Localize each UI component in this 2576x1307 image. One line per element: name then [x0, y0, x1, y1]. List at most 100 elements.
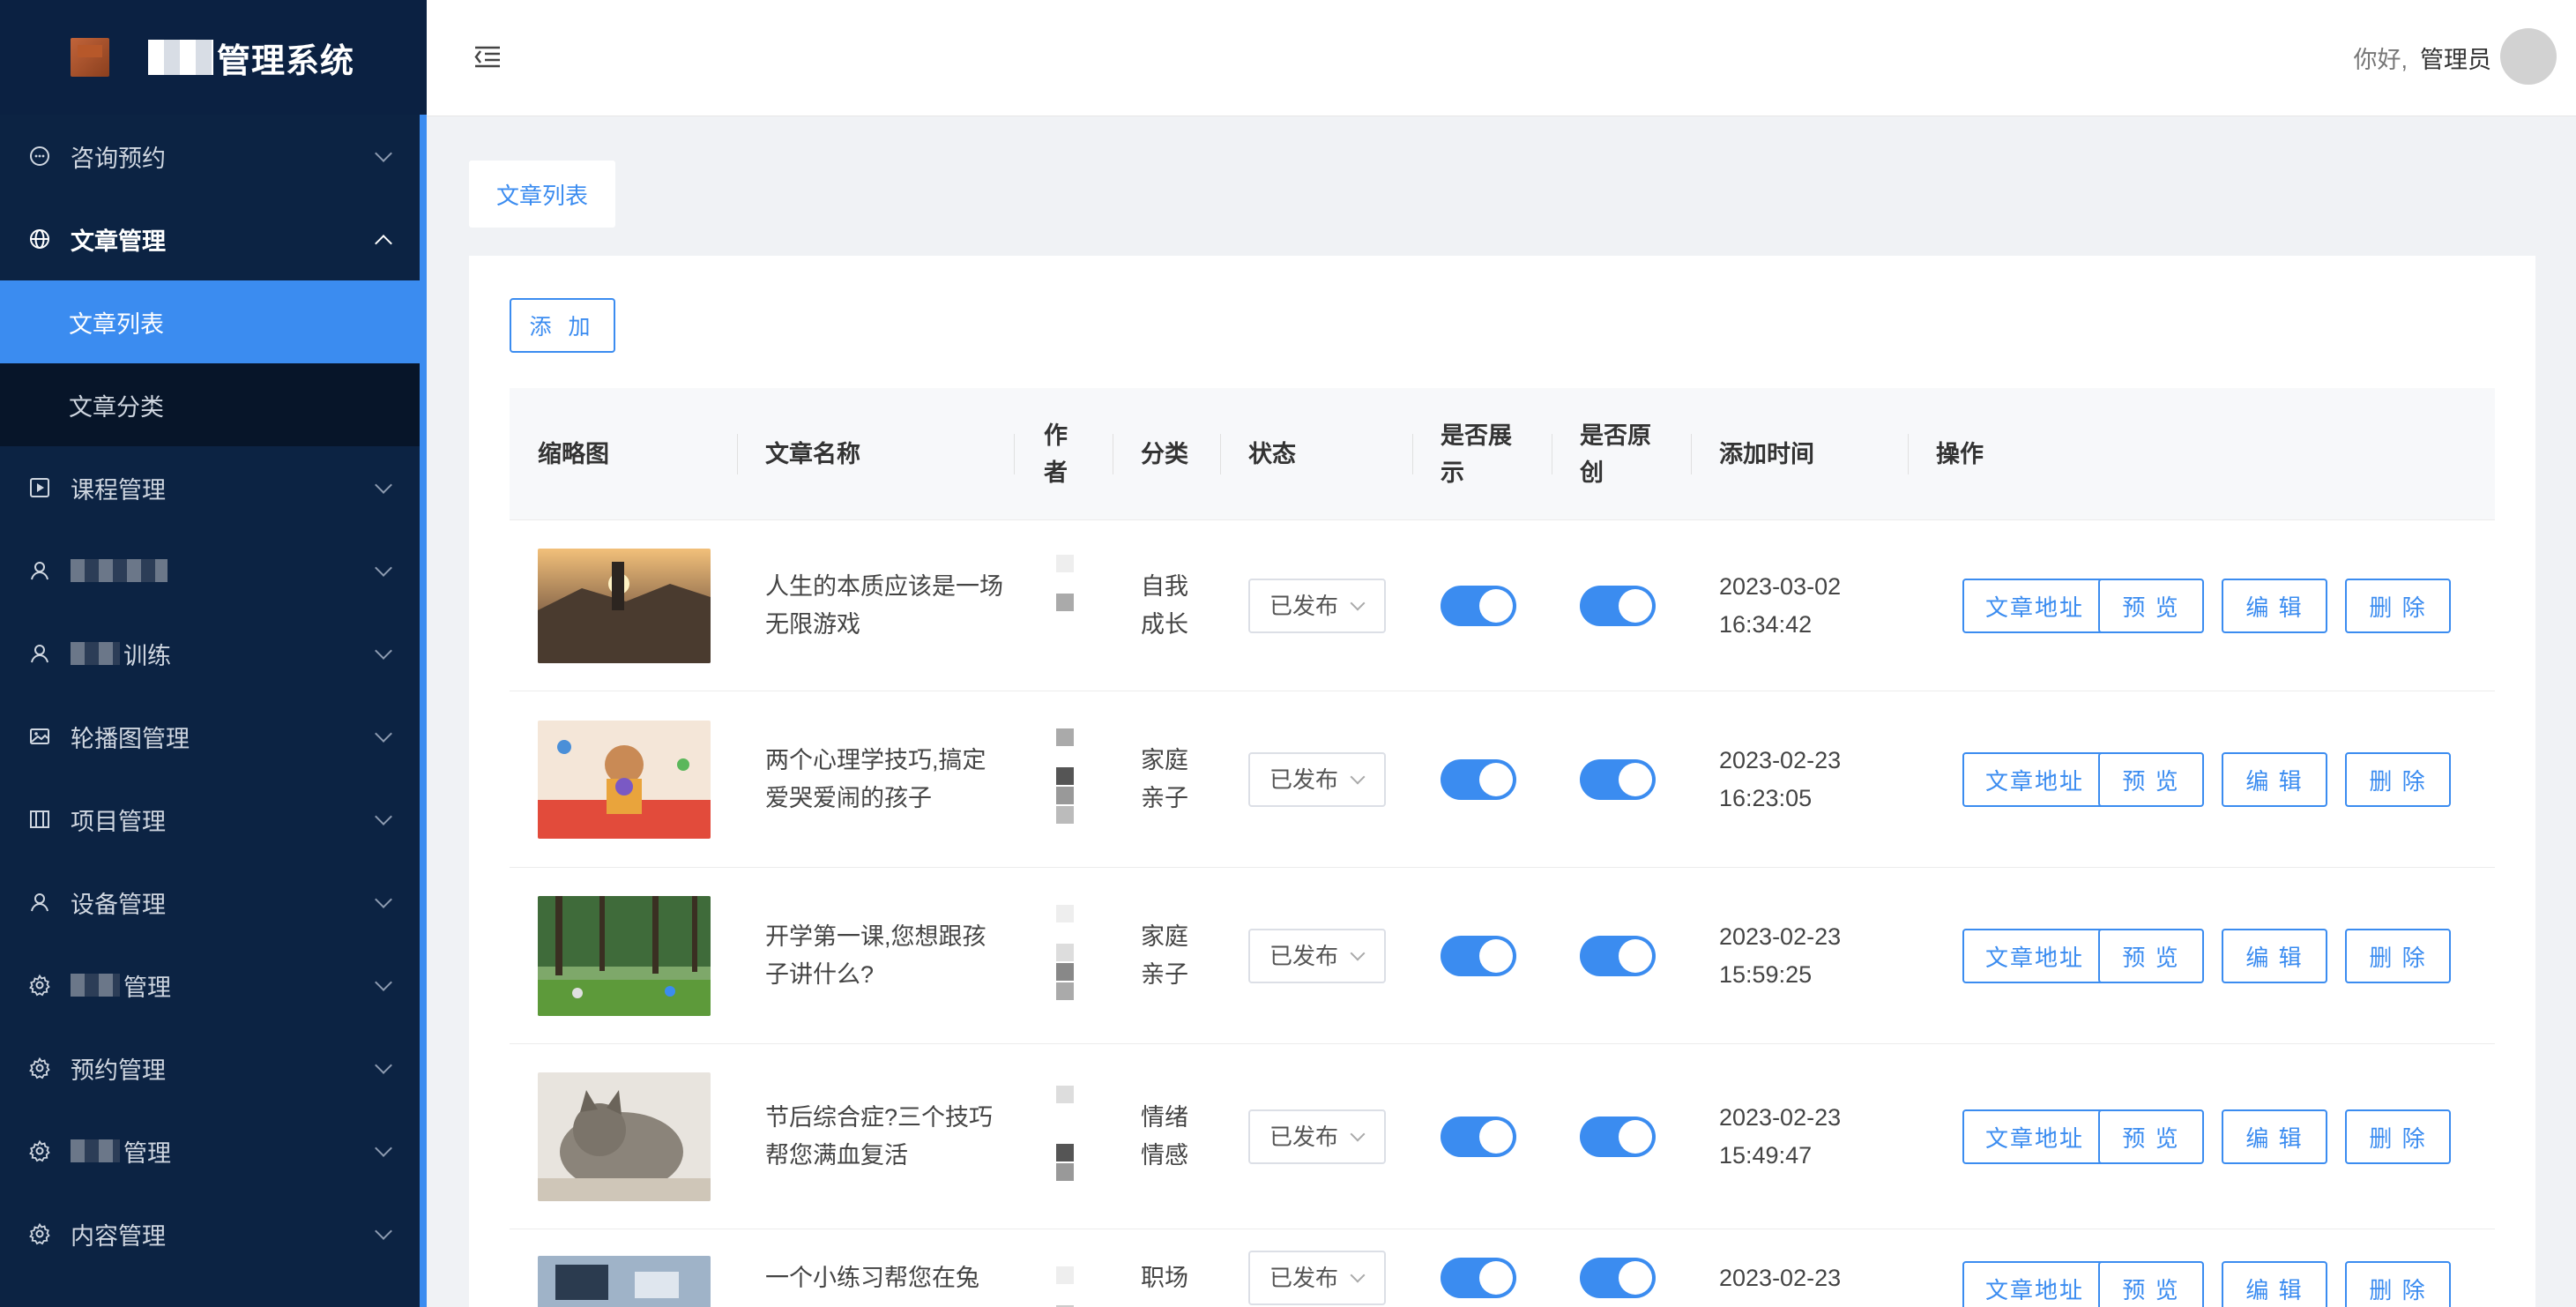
logo-icon — [71, 38, 109, 77]
status-select[interactable]: 已发布 — [1248, 1251, 1386, 1305]
submenu: 文章列表 文章分类 — [0, 280, 427, 446]
article-title: 两个心理学技巧,搞定爱哭爱闹的孩子 — [765, 747, 986, 811]
sidebar-item-4[interactable]: 训练 — [0, 612, 427, 695]
article-thumbnail[interactable] — [538, 1072, 711, 1201]
sidebar-item-0[interactable]: 咨询预约 — [0, 115, 427, 198]
added-clock: 15:49:47 — [1719, 1142, 1813, 1169]
original-toggle[interactable] — [1580, 586, 1656, 626]
sidebar-item-label: 管理 — [123, 974, 171, 1001]
chevron-down-icon — [375, 642, 392, 660]
display-toggle[interactable] — [1441, 936, 1516, 976]
status-select[interactable]: 已发布 — [1248, 1109, 1386, 1164]
sidebar-item-11[interactable]: 内容管理 — [0, 1192, 427, 1275]
article-url-button[interactable]: 文章地址 — [1962, 1109, 2107, 1164]
edit-button[interactable]: 编 辑 — [2222, 1261, 2327, 1307]
user-icon — [28, 891, 51, 914]
status-select[interactable]: 已发布 — [1248, 752, 1386, 807]
username[interactable]: 管理员 — [2420, 47, 2491, 73]
add-button[interactable]: 添 加 — [510, 298, 615, 353]
status-value: 已发布 — [1269, 592, 1339, 619]
sidebar-item-9[interactable]: 预约管理 — [0, 1027, 427, 1109]
article-url-button[interactable]: 文章地址 — [1962, 1261, 2107, 1307]
col-actions: 操作 — [1936, 441, 1984, 467]
sidebar-item-1[interactable]: 文章管理 — [0, 198, 427, 280]
delete-button[interactable]: 删 除 — [2345, 752, 2451, 807]
sidebar-item-10[interactable]: 管理 — [0, 1109, 427, 1192]
delete-button[interactable]: 删 除 — [2345, 1109, 2451, 1164]
sidebar-item-2[interactable]: 课程管理 — [0, 446, 427, 529]
status-select[interactable]: 已发布 — [1248, 579, 1386, 633]
edit-button[interactable]: 编 辑 — [2222, 929, 2327, 983]
col-status: 状态 — [1248, 441, 1296, 467]
preview-button[interactable]: 预 览 — [2098, 752, 2204, 807]
status-value: 已发布 — [1269, 1123, 1339, 1150]
delete-button[interactable]: 删 除 — [2345, 929, 2451, 983]
display-toggle[interactable] — [1441, 1258, 1516, 1298]
sidebar-item-label: 训练 — [123, 642, 171, 669]
delete-button[interactable]: 删 除 — [2345, 579, 2451, 633]
preview-button[interactable]: 预 览 — [2098, 1109, 2204, 1164]
gear-icon — [28, 1057, 51, 1079]
original-toggle[interactable] — [1580, 936, 1656, 976]
tab-article-list[interactable]: 文章列表 — [469, 161, 615, 228]
display-toggle[interactable] — [1441, 1117, 1516, 1157]
edit-button[interactable]: 编 辑 — [2222, 579, 2327, 633]
submenu-item-0[interactable]: 文章列表 — [0, 280, 427, 363]
display-toggle[interactable] — [1441, 586, 1516, 626]
display-cell — [1441, 868, 1537, 1044]
original-toggle[interactable] — [1580, 759, 1656, 800]
col-original: 是否原创 — [1580, 422, 1651, 486]
redacted-text — [71, 642, 120, 665]
book-icon — [28, 808, 51, 831]
original-toggle[interactable] — [1580, 1258, 1656, 1298]
sidebar-item-label: 文章管理 — [71, 228, 166, 255]
added-clock: 16:23:05 — [1719, 785, 1813, 811]
table-row: 一个小练习帮您在兔 职场 已发布 2023-02-23 文章地址预 览编 辑删 除 — [510, 1229, 2495, 1307]
chevron-down-icon — [375, 891, 392, 908]
original-cell — [1580, 1044, 1677, 1229]
redacted-logo-text — [148, 40, 213, 75]
submenu-item-1[interactable]: 文章分类 — [0, 363, 427, 446]
article-thumbnail[interactable] — [538, 896, 711, 1016]
sidebar-item-3[interactable] — [0, 529, 427, 612]
sidebar-item-5[interactable]: 轮播图管理 — [0, 695, 427, 778]
article-url-button[interactable]: 文章地址 — [1962, 929, 2107, 983]
preview-button[interactable]: 预 览 — [2098, 929, 2204, 983]
article-title: 人生的本质应该是一场无限游戏 — [765, 573, 1003, 638]
article-thumbnail[interactable] — [538, 721, 711, 839]
edit-button[interactable]: 编 辑 — [2222, 1109, 2327, 1164]
article-url-button[interactable]: 文章地址 — [1962, 752, 2107, 807]
sidebar-item-8[interactable]: 管理 — [0, 944, 427, 1027]
original-toggle[interactable] — [1580, 1117, 1656, 1157]
sidebar-item-6[interactable]: 项目管理 — [0, 778, 427, 861]
article-thumbnail[interactable] — [538, 1256, 711, 1307]
user-icon — [28, 642, 51, 665]
display-toggle[interactable] — [1441, 759, 1516, 800]
image-icon — [28, 725, 51, 748]
avatar[interactable] — [2500, 28, 2557, 85]
content-card: 添 加 缩略图 文章名称 作者 分类 状态 是否展示 是否原创 添加时间 操作 … — [469, 256, 2535, 1307]
col-display: 是否展示 — [1441, 422, 1512, 486]
table-row: 人生的本质应该是一场无限游戏 自我成长 已发布 2023-03-02 16:34:42 文… — [510, 520, 2495, 691]
article-url-button[interactable]: 文章地址 — [1962, 579, 2107, 633]
status-select[interactable]: 已发布 — [1248, 929, 1386, 983]
col-added-time: 添加时间 — [1719, 441, 1814, 467]
preview-button[interactable]: 预 览 — [2098, 579, 2204, 633]
sidebar-item-7[interactable]: 设备管理 — [0, 861, 427, 944]
redacted-author — [1056, 727, 1074, 825]
article-title: 开学第一课,您想跟孩子讲什么? — [765, 923, 986, 988]
added-clock: 16:34:42 — [1719, 611, 1813, 638]
article-category: 情绪情感 — [1141, 1104, 1188, 1169]
redacted-author — [1056, 1265, 1074, 1307]
article-thumbnail[interactable] — [538, 549, 711, 663]
chevron-down-icon — [375, 725, 392, 743]
menu-collapse-icon[interactable] — [473, 42, 503, 72]
delete-button[interactable]: 删 除 — [2345, 1261, 2451, 1307]
preview-button[interactable]: 预 览 — [2098, 1261, 2204, 1307]
col-thumb: 缩略图 — [538, 441, 609, 467]
chevron-up-icon — [375, 235, 392, 252]
sidebar-scrollbar[interactable] — [420, 115, 427, 1307]
edit-button[interactable]: 编 辑 — [2222, 752, 2327, 807]
sidebar-item-label: 课程管理 — [71, 476, 166, 504]
article-category: 自我成长 — [1141, 573, 1188, 638]
